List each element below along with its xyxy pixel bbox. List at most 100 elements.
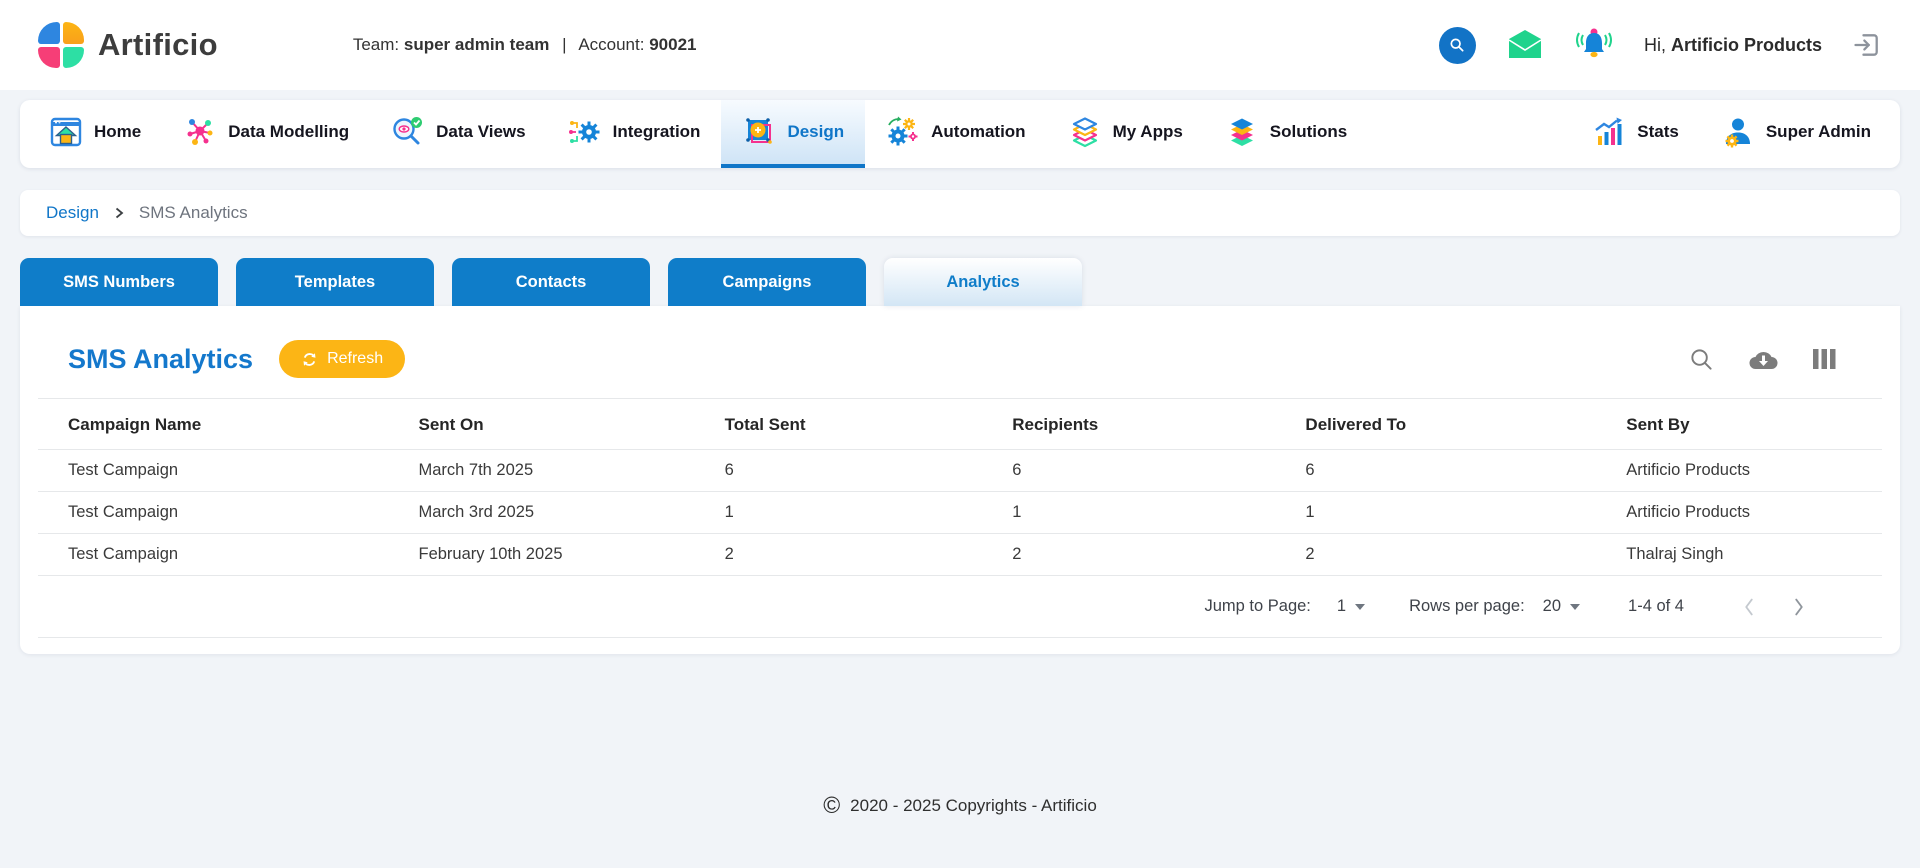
page-footer: © 2020 - 2025 Copyrights - Artificio (0, 794, 1920, 817)
cell-campaign-name: Test Campaign (38, 533, 411, 576)
data-views-icon (393, 117, 423, 145)
col-sent-on: Sent On (410, 398, 717, 450)
cell-sent-on: March 3rd 2025 (410, 491, 717, 534)
nav-item-super-admin[interactable]: Super Admin (1700, 100, 1892, 168)
account-number: 90021 (649, 35, 697, 54)
cell-delivered-to: 2 (1297, 533, 1619, 576)
home-icon (50, 117, 82, 147)
pagination-range: 1-4 of 4 (1628, 597, 1684, 615)
team-name: super admin team (403, 35, 550, 54)
cell-recipients: 1 (1004, 491, 1298, 534)
nav-item-design[interactable]: Design (721, 100, 866, 168)
cell-sent-by: Thalraj Singh (1618, 533, 1882, 576)
greeting-name: Artificio Products (1670, 34, 1822, 55)
user-greeting: Hi, Artificio Products (1644, 35, 1822, 56)
my-apps-icon (1072, 117, 1097, 148)
refresh-button[interactable]: Refresh (279, 340, 406, 378)
nav-label-integration: Integration (612, 122, 701, 141)
table-row: Test Campaign February 10th 2025 2 2 2 T… (38, 533, 1882, 576)
page-title: SMS Analytics (68, 343, 254, 374)
nav-label-super-admin: Super Admin (1765, 122, 1871, 141)
col-delivered-to: Delivered To (1297, 398, 1619, 450)
tab-analytics[interactable]: Analytics (884, 258, 1082, 306)
nav-item-data-views[interactable]: Data Views (370, 100, 546, 168)
nav-item-stats[interactable]: Stats (1571, 100, 1700, 168)
table-header-row: Campaign Name Sent On Total Sent Recipie… (38, 398, 1882, 450)
tab-templates[interactable]: Templates (236, 258, 434, 306)
logout-icon[interactable] (1852, 30, 1882, 60)
sms-tabs: SMS Numbers Templates Contacts Campaigns… (20, 258, 1900, 306)
mail-icon[interactable] (1506, 28, 1544, 62)
nav-item-solutions[interactable]: Solutions (1204, 100, 1368, 168)
cell-recipients: 2 (1004, 533, 1298, 576)
stats-icon (1595, 117, 1623, 145)
search-icon[interactable] (1438, 26, 1476, 64)
caret-down-icon (1570, 603, 1581, 610)
cell-campaign-name: Test Campaign (38, 449, 411, 492)
col-campaign-name: Campaign Name (38, 398, 411, 450)
refresh-icon (303, 352, 316, 366)
nav-item-data-modelling[interactable]: Data Modelling (162, 100, 370, 168)
rows-per-page-value: 20 (1542, 597, 1562, 615)
nav-item-home[interactable]: Home (28, 100, 162, 168)
nav-label-automation: Automation (931, 122, 1026, 141)
pagination-bar: Jump to Page: 1 Rows per page: 20 1-4 of… (38, 576, 1882, 638)
design-icon (746, 118, 773, 144)
brand-name: Artificio (98, 27, 218, 62)
jump-to-page-label: Jump to Page: (1204, 597, 1311, 615)
rows-per-page-label: Rows per page: (1409, 597, 1525, 615)
cell-total-sent: 2 (716, 533, 1005, 576)
page-select[interactable]: 1 (1336, 597, 1366, 616)
breadcrumb: Design SMS Analytics (20, 190, 1900, 236)
table-search-icon[interactable] (1689, 347, 1714, 372)
cell-delivered-to: 6 (1297, 449, 1619, 492)
rows-per-page-select[interactable]: 20 (1542, 597, 1581, 616)
nav-item-integration[interactable]: Integration (547, 100, 722, 168)
chevron-right-icon (115, 207, 124, 219)
brand-logo[interactable]: Artificio (38, 22, 218, 68)
page-select-value: 1 (1336, 597, 1347, 615)
tab-sms-numbers[interactable]: SMS Numbers (20, 258, 218, 306)
app-header: Artificio Team: super admin team | Accou… (0, 0, 1920, 90)
tab-contacts[interactable]: Contacts (452, 258, 650, 306)
greeting-prefix: Hi, (1643, 34, 1666, 55)
tab-campaigns[interactable]: Campaigns (668, 258, 866, 306)
notifications-bell-icon[interactable] (1574, 27, 1614, 63)
caret-down-icon (1355, 603, 1366, 610)
automation-icon (888, 116, 918, 146)
nav-label-data-modelling: Data Modelling (228, 122, 350, 141)
breadcrumb-parent-link[interactable]: Design (46, 203, 99, 223)
nav-item-my-apps[interactable]: My Apps (1047, 100, 1204, 168)
team-account-info: Team: super admin team | Account: 90021 (353, 35, 697, 55)
nav-label-design: Design (787, 122, 845, 141)
solutions-icon (1230, 118, 1253, 146)
copyright-icon: © (823, 792, 841, 818)
analytics-table: Campaign Name Sent On Total Sent Recipie… (20, 398, 1900, 576)
col-sent-by: Sent By (1618, 398, 1882, 450)
cell-sent-on: March 7th 2025 (410, 449, 717, 492)
footer-text: 2020 - 2025 Copyrights - Artificio (850, 795, 1097, 815)
chevron-right-icon[interactable] (1774, 595, 1824, 619)
cell-sent-by: Artificio Products (1618, 491, 1882, 534)
chevron-left-icon[interactable] (1724, 595, 1774, 619)
separator: | (562, 35, 567, 54)
breadcrumb-current: SMS Analytics (138, 203, 248, 222)
col-total-sent: Total Sent (716, 398, 1005, 450)
team-label: Team: (352, 35, 400, 54)
nav-label-home: Home (94, 122, 142, 141)
cell-campaign-name: Test Campaign (38, 491, 411, 534)
header-actions: Hi, Artificio Products (1438, 26, 1882, 64)
nav-label-solutions: Solutions (1269, 122, 1348, 141)
cell-delivered-to: 1 (1297, 491, 1619, 534)
analytics-panel: SMS Analytics Refresh Campaign Name Sent… (20, 306, 1900, 654)
columns-icon[interactable] (1813, 349, 1836, 369)
nav-item-automation[interactable]: Automation (865, 100, 1046, 168)
integration-icon (568, 121, 600, 143)
nav-label-stats: Stats (1637, 122, 1679, 141)
nav-label-my-apps: My Apps (1112, 122, 1183, 141)
cloud-download-icon[interactable] (1748, 348, 1779, 371)
refresh-label: Refresh (327, 350, 384, 367)
col-recipients: Recipients (1004, 398, 1298, 450)
analytics-header: SMS Analytics Refresh (20, 306, 1900, 398)
